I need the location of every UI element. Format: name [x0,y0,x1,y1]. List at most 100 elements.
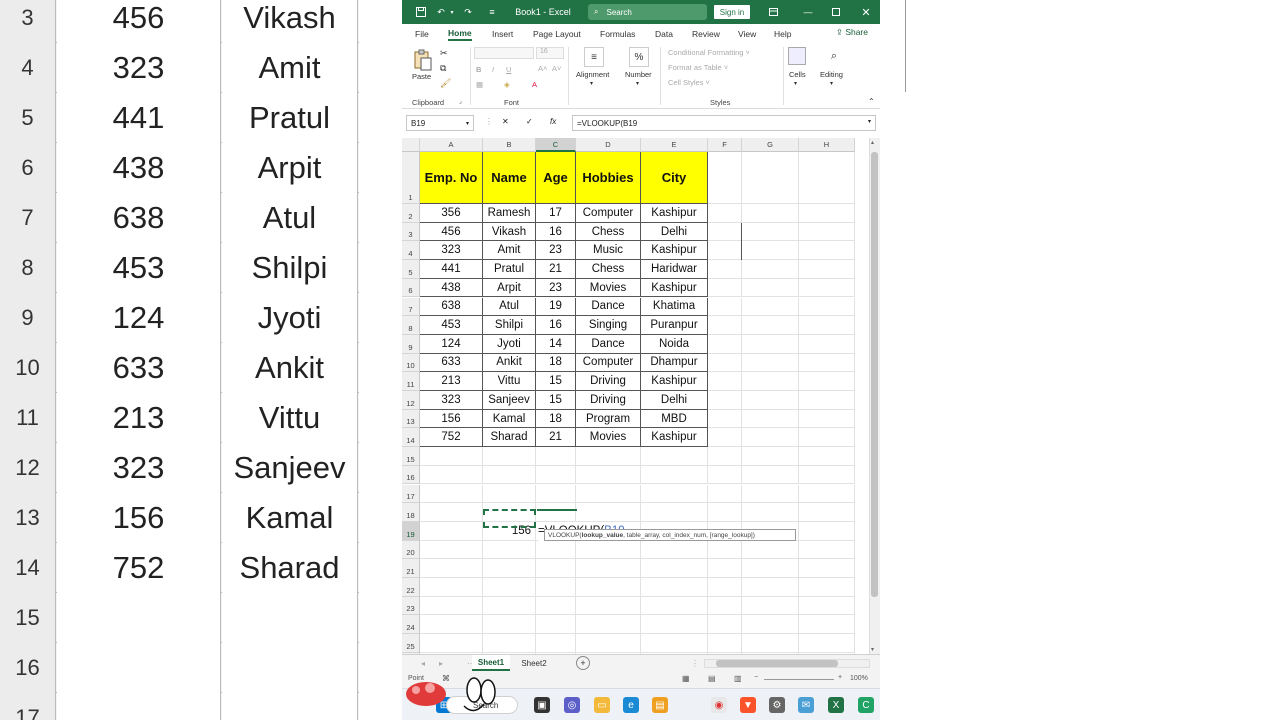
tab-help[interactable]: Help [774,27,791,41]
alignment-icon[interactable]: ≡ [584,47,604,67]
chrome-icon[interactable]: ◉ [711,697,727,713]
font-color-icon[interactable]: A [532,80,537,89]
table-cell[interactable]: Vittu [483,372,536,391]
enter-button[interactable]: ✓ [526,117,533,126]
paste-icon[interactable] [412,49,434,71]
tab-review[interactable]: Review [692,27,720,41]
cell[interactable] [799,152,855,204]
cell[interactable] [708,428,742,448]
cell[interactable] [708,484,742,504]
cell[interactable] [799,484,855,504]
table-cell[interactable]: Delhi [641,222,708,242]
zoom-in-icon[interactable]: + [838,674,842,681]
row-header[interactable]: 15 [402,447,420,466]
table-cell[interactable]: Driving [576,391,641,410]
table-cell[interactable]: 21 [536,428,576,448]
cell[interactable] [641,465,708,485]
row-header[interactable]: 19 [402,521,420,541]
cell[interactable] [742,334,799,354]
table-cell[interactable]: Driving [576,372,641,391]
sign-in-button[interactable]: Sign in [714,5,750,19]
row-header[interactable]: 9 [402,334,420,354]
row-header[interactable]: 1 [402,152,420,204]
cell[interactable] [576,559,641,578]
alignment-button[interactable]: Alignment [576,70,609,79]
cell[interactable] [799,316,855,335]
row-header[interactable]: 20 [402,540,420,560]
tab-insert[interactable]: Insert [492,27,513,41]
edge-icon[interactable]: e [623,697,639,713]
cell[interactable] [799,465,855,485]
cell[interactable] [708,540,742,560]
decrease-font-button[interactable]: A˅ [552,64,561,73]
cell[interactable] [799,521,855,541]
table-cell[interactable]: Movies [576,278,641,298]
next-sheet-icon[interactable]: ▸ [436,655,446,671]
cell[interactable] [483,559,536,578]
cell[interactable] [420,521,483,541]
cell[interactable] [742,578,799,597]
alignment-dropdown-icon[interactable]: ▾ [590,80,593,87]
cell[interactable] [641,447,708,466]
table-cell[interactable]: Sharad [483,428,536,448]
table-cell[interactable]: Dance [576,297,641,317]
table-cell[interactable]: 124 [420,334,483,354]
table-cell[interactable]: Sanjeev [483,391,536,410]
cell[interactable] [799,278,855,298]
tab-view[interactable]: View [738,27,756,41]
cell[interactable] [641,578,708,597]
zoom-out-icon[interactable]: − [754,674,758,681]
cell[interactable] [799,409,855,429]
table-cell[interactable]: 213 [420,372,483,391]
cell[interactable] [799,391,855,410]
table-cell[interactable]: 356 [420,204,483,223]
cell[interactable] [799,222,855,242]
cell[interactable] [420,503,483,522]
table-cell[interactable]: 453 [420,316,483,335]
cell[interactable] [708,204,742,223]
tab-splitter-icon[interactable]: ⋮ [691,655,699,671]
cell[interactable] [799,559,855,578]
column-header-e[interactable]: E [641,138,708,152]
cell[interactable] [742,241,799,261]
cell[interactable] [641,596,708,616]
table-cell[interactable]: Noida [641,334,708,354]
horizontal-scroll-thumb[interactable] [716,660,838,667]
row-header[interactable]: 13 [402,409,420,429]
cell[interactable] [799,334,855,354]
cells-dropdown-icon[interactable]: ▾ [794,80,797,87]
font-family-select[interactable] [474,47,534,59]
cell[interactable] [576,465,641,485]
find-icon[interactable]: ⌕ [825,47,843,65]
row-header[interactable]: 11 [402,372,420,391]
row-header[interactable]: 25 [402,634,420,653]
cell[interactable] [576,484,641,504]
cell[interactable] [742,447,799,466]
cell[interactable] [708,615,742,635]
cell[interactable] [420,559,483,578]
cell[interactable] [420,465,483,485]
cell[interactable] [708,503,742,522]
close-icon[interactable]: ✕ [858,0,874,24]
cell[interactable] [708,353,742,373]
table-cell[interactable]: Atul [483,297,536,317]
cell[interactable] [799,204,855,223]
tab-data[interactable]: Data [655,27,673,41]
cell[interactable] [742,465,799,485]
cell[interactable] [742,559,799,578]
customize-toolbar-icon[interactable]: ≡ [486,0,498,24]
zoom-slider[interactable] [764,679,834,680]
editing-button[interactable]: Editing [820,70,843,79]
cell[interactable] [742,204,799,223]
cell-styles-button[interactable]: Cell Styles ˅ [668,78,710,87]
table-header-cell[interactable]: Hobbies [576,152,641,204]
zoom-level[interactable]: 100% [850,675,868,682]
clipboard-launcher-icon[interactable]: ⌟ [459,98,462,105]
tab-formulas[interactable]: Formulas [600,27,635,41]
column-header-d[interactable]: D [576,138,641,152]
table-cell[interactable]: 441 [420,260,483,279]
table-cell[interactable]: Program [576,409,641,429]
cell[interactable] [536,465,576,485]
excel-taskbar-icon[interactable]: X [828,697,844,713]
row-header[interactable]: 10 [402,353,420,373]
